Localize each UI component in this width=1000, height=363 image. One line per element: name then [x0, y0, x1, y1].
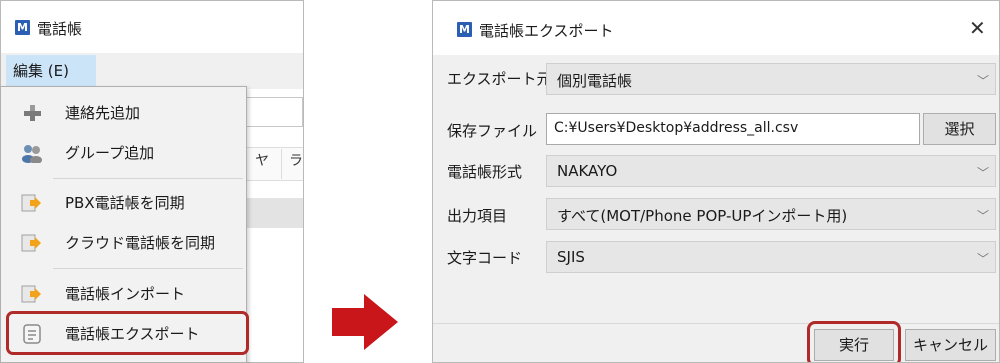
source-value: 個別電話帳 [557, 72, 633, 90]
menu-item-label: 電話帳インポート [65, 285, 186, 303]
arrow-doc-icon [21, 234, 41, 252]
select-file-button[interactable]: 選択 [923, 113, 996, 145]
output-value: すべて(MOT/Phone POP-UPインポート用) [557, 207, 848, 225]
menu-item-import[interactable]: 電話帳インポート [1, 274, 246, 314]
window-title: 電話帳 [37, 20, 83, 38]
chevron-down-icon: ﹀ [976, 209, 989, 223]
menu-item-sync-pbx[interactable]: PBX電話帳を同期 [1, 183, 246, 223]
export-highlight-box [6, 311, 249, 355]
arrow-doc-icon [21, 194, 41, 212]
chevron-down-icon: ﹀ [976, 74, 989, 88]
run-highlight-box [807, 321, 901, 362]
app-logo-icon: M [15, 20, 30, 35]
menu-item-add-group[interactable]: グループ追加 [1, 133, 246, 173]
people-icon [22, 145, 42, 163]
encoding-value: SJIS [557, 248, 585, 266]
format-select[interactable]: NAKAYO ﹀ [546, 155, 996, 187]
source-label: エクスポート元 [447, 70, 552, 88]
export-dialog: M 電話帳エクスポート ✕ エクスポート元 個別電話帳 ﹀ 保存ファイル C:¥… [432, 0, 1000, 363]
file-path-value: C:¥Users¥Desktop¥address_all.csv [554, 120, 799, 136]
file-path-input[interactable]: C:¥Users¥Desktop¥address_all.csv [546, 113, 920, 145]
divider [433, 323, 999, 324]
format-label: 電話帳形式 [447, 163, 523, 181]
menu-item-label: クラウド電話帳を同期 [65, 234, 216, 252]
format-value: NAKAYO [557, 162, 618, 180]
search-input[interactable] [241, 97, 303, 127]
right-arrow-icon [332, 294, 398, 350]
output-select[interactable]: すべて(MOT/Phone POP-UPインポート用) ﹀ [546, 198, 996, 230]
cancel-button[interactable]: キャンセル [905, 329, 996, 361]
menu-item-sync-cloud[interactable]: クラウド電話帳を同期 [1, 223, 246, 263]
menu-separator [53, 268, 243, 269]
close-icon[interactable]: ✕ [969, 16, 986, 40]
list-row[interactable] [241, 198, 303, 228]
menu-item-label: PBX電話帳を同期 [65, 194, 185, 212]
column-header[interactable]: ヤ [255, 150, 269, 170]
column-header[interactable]: ラ [289, 150, 303, 170]
dialog-title: 電話帳エクスポート [479, 22, 614, 40]
output-label: 出力項目 [447, 207, 508, 225]
encoding-select[interactable]: SJIS ﹀ [546, 241, 996, 273]
app-logo-icon: M [457, 22, 472, 37]
menu-item-label: 連絡先追加 [65, 104, 141, 122]
menu-separator [53, 178, 243, 179]
column-divider [281, 149, 282, 179]
plus-icon [24, 105, 41, 121]
source-select[interactable]: 個別電話帳 ﹀ [546, 63, 996, 95]
menu-item-add-contact[interactable]: 連絡先追加 [1, 93, 246, 133]
arrow-doc-icon [21, 285, 41, 303]
encoding-label: 文字コード [447, 249, 523, 267]
menu-item-label: グループ追加 [65, 144, 155, 162]
menu-edit[interactable]: 編集 (E) [6, 55, 96, 87]
chevron-down-icon: ﹀ [976, 166, 989, 180]
chevron-down-icon: ﹀ [976, 252, 989, 266]
file-label: 保存ファイル [447, 122, 538, 140]
